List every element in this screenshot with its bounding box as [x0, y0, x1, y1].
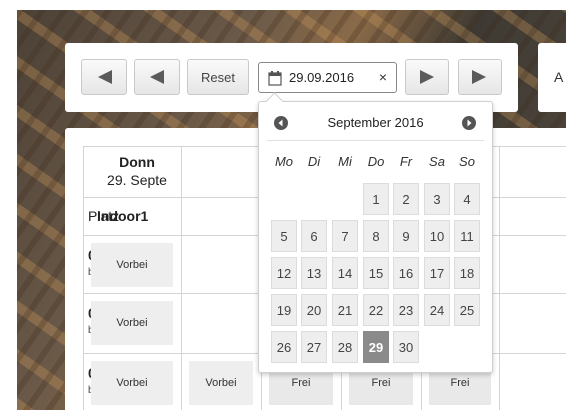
calendar-day[interactable]: 6 [301, 220, 327, 252]
clear-date-icon[interactable]: × [379, 69, 387, 85]
next-month-icon[interactable] [462, 116, 476, 130]
selected-day[interactable]: 29 [363, 331, 389, 363]
skip-back-icon [98, 70, 112, 84]
slot-cell: Vorbei [91, 243, 173, 287]
slot-cell: Vorbei [91, 361, 173, 405]
calendar-day[interactable]: 23 [393, 294, 419, 326]
day-header: Donn 29. Septe [83, 154, 191, 188]
first-button[interactable] [81, 59, 127, 95]
date-input[interactable]: 29.09.2016 × [258, 62, 397, 93]
calendar-day[interactable]: 15 [363, 257, 389, 289]
reset-button[interactable]: Reset [187, 59, 249, 95]
side-toolbar: A [538, 43, 566, 112]
calendar-day[interactable]: 30 [393, 331, 419, 363]
calendar-day[interactable]: 24 [424, 294, 450, 326]
day-name: Donn [119, 154, 155, 170]
calendar-day[interactable]: 16 [393, 257, 419, 289]
weekday-label: So [459, 154, 475, 169]
prev-button[interactable] [134, 59, 180, 95]
calendar-day[interactable]: 7 [332, 220, 358, 252]
arrow-left-icon [150, 70, 164, 84]
side-toolbar-label: A [554, 69, 564, 85]
weekday-label: Fr [399, 154, 413, 169]
calendar-icon [268, 71, 282, 86]
calendar-day[interactable]: 1 [363, 183, 389, 215]
weekday-label: Mi [338, 154, 352, 169]
weekday-label: Do [367, 154, 385, 169]
court-label: Indoor1 [97, 208, 149, 224]
calendar-day[interactable]: 22 [363, 294, 389, 326]
last-button[interactable] [458, 59, 502, 95]
datepicker-popup: September 2016 Mo Di Mi Do Fr Sa So 1 2 3 4 5 6 7 8 9 10… [258, 92, 493, 373]
calendar-day[interactable]: 18 [454, 257, 480, 289]
day-date: 29. Septe [107, 172, 167, 188]
weekday-label: Mo [274, 154, 294, 169]
next-button[interactable] [405, 59, 449, 95]
month-title: September 2016 [327, 115, 424, 130]
calendar-day[interactable]: 10 [424, 220, 450, 252]
calendar-divider [267, 140, 484, 141]
calendar-day[interactable]: 8 [363, 220, 389, 252]
calendar-day[interactable]: 27 [301, 331, 327, 363]
calendar-day[interactable]: 20 [301, 294, 327, 326]
calendar-day[interactable]: 12 [271, 257, 297, 289]
calendar-day[interactable]: 14 [332, 257, 358, 289]
calendar-day[interactable]: 2 [393, 183, 419, 215]
slot-cell: Vorbei [189, 361, 253, 405]
calendar-day[interactable]: 13 [301, 257, 327, 289]
calendar-day[interactable]: 28 [332, 331, 358, 363]
slot-cell: Vorbei [91, 301, 173, 345]
skip-forward-icon [472, 70, 486, 84]
calendar-day[interactable]: 11 [454, 220, 480, 252]
calendar-day[interactable]: 3 [424, 183, 450, 215]
calendar-day[interactable]: 17 [424, 257, 450, 289]
calendar-day[interactable]: 9 [393, 220, 419, 252]
weekday-label: Sa [429, 154, 445, 169]
date-value: 29.09.2016 [289, 70, 355, 85]
calendar-day[interactable]: 4 [454, 183, 480, 215]
calendar-day[interactable]: 26 [271, 331, 297, 363]
weekday-label: Di [307, 154, 321, 169]
calendar-day[interactable]: 21 [332, 294, 358, 326]
calendar-day[interactable]: 25 [454, 294, 480, 326]
arrow-right-icon [420, 70, 434, 84]
calendar-day[interactable]: 5 [271, 220, 297, 252]
calendar-day[interactable]: 19 [271, 294, 297, 326]
